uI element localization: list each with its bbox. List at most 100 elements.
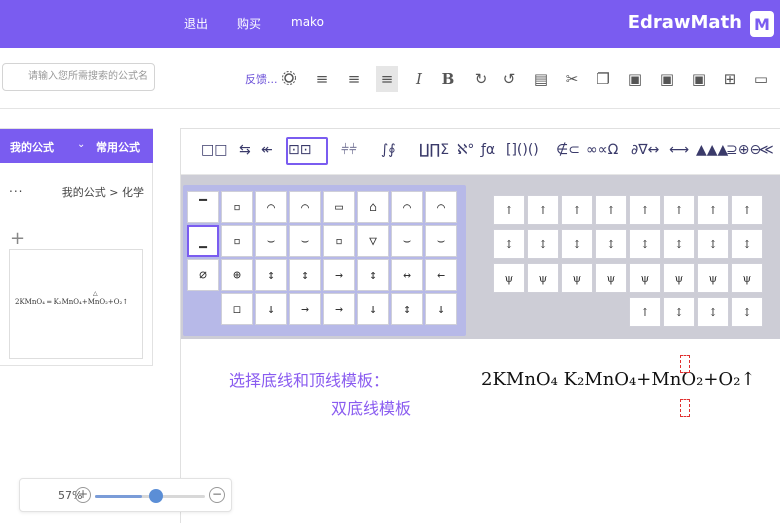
template-button[interactable]: ⊕ (221, 259, 253, 291)
template-button[interactable]: ⌂ (357, 191, 389, 223)
symbol-category-10[interactable]: ∉⊂ (556, 142, 580, 158)
template-button[interactable]: ← (425, 259, 457, 291)
arrow-template-button[interactable]: ↑ (731, 195, 763, 225)
symbol-category-5[interactable]: ∫∮ (381, 142, 396, 158)
arrow-template-button[interactable]: ↕ (629, 229, 661, 259)
gear-icon[interactable] (281, 70, 297, 86)
symbol-category-7[interactable]: ℵ° (457, 142, 474, 158)
formula-search-input[interactable]: 请输入您所需搜索的公式名 (2, 63, 155, 91)
template-button[interactable]: → (323, 293, 355, 325)
template-button[interactable]: ↕ (391, 293, 423, 325)
buy-link[interactable]: 购买 (237, 15, 261, 32)
template-button[interactable]: ⌒ (289, 191, 321, 223)
exit-link[interactable]: 退出 (184, 15, 208, 32)
arrow-template-button[interactable]: ↕ (663, 297, 695, 327)
arrow-template-button[interactable]: ψ (527, 263, 559, 293)
symbol-category-0[interactable]: □□ (201, 142, 227, 158)
italic-icon[interactable]: I (408, 66, 430, 92)
symbol-category-11[interactable]: ∞∝Ω (586, 142, 618, 158)
template-button[interactable]: ⌣ (255, 225, 287, 257)
export-pdf-icon[interactable]: ▣ (688, 66, 710, 92)
undo-icon[interactable]: ↺ (498, 66, 520, 92)
redo-icon[interactable]: ↻ (470, 66, 492, 92)
symbol-category-13[interactable]: ⟷ (669, 142, 689, 158)
copy-icon[interactable]: ❐ (592, 66, 614, 92)
arrow-template-button[interactable]: ψ (697, 263, 729, 293)
template-button[interactable]: ↕ (357, 259, 389, 291)
template-button[interactable]: ⌒ (391, 191, 423, 223)
arrow-template-button[interactable]: ↕ (527, 229, 559, 259)
arrow-template-button[interactable]: ψ (595, 263, 627, 293)
arrow-template-button[interactable]: ↕ (697, 297, 729, 327)
paste-icon[interactable]: ▤ (530, 66, 552, 92)
template-button[interactable]: ↕ (255, 259, 287, 291)
symbol-category-2[interactable]: ↞ (261, 142, 273, 158)
template-button[interactable]: ⌣ (425, 225, 457, 257)
arrow-template-button[interactable]: ψ (663, 263, 695, 293)
template-button[interactable]: ▫ (221, 225, 253, 257)
export-tex-icon[interactable]: ▣ (624, 66, 646, 92)
arrow-template-button[interactable]: ψ (629, 263, 661, 293)
feedback-link[interactable]: 反馈... (245, 71, 278, 87)
equation-content[interactable]: 2KMnO₄ K₂MnO₄+MnO₂+O₂↑ (481, 369, 756, 390)
template-button[interactable]: ⌣ (391, 225, 423, 257)
template-button[interactable]: → (289, 293, 321, 325)
symbol-category-12[interactable]: ∂∇↔ (631, 142, 659, 158)
template-button[interactable]: ↓ (357, 293, 389, 325)
chevron-down-icon[interactable]: ⌄ (77, 139, 85, 150)
template-button[interactable]: ◻ (221, 293, 253, 325)
arrow-template-button[interactable]: ψ (493, 263, 525, 293)
arrow-template-button[interactable]: ↕ (663, 229, 695, 259)
formula-card[interactable]: △ 2KMnO₄ ═ K₂MnO₄+MnO₂+O₂↑ (9, 249, 143, 359)
bold-icon[interactable]: B (437, 66, 459, 92)
open-folder-icon[interactable]: ▭ (750, 66, 772, 92)
template-button[interactable]: ⌣ (289, 225, 321, 257)
arrow-template-button[interactable]: ↕ (561, 229, 593, 259)
template-button[interactable]: ▫ (323, 225, 355, 257)
zoom-in-icon[interactable]: + (75, 487, 91, 503)
arrow-template-button[interactable]: ψ (561, 263, 593, 293)
placeholder-box-top[interactable] (680, 355, 690, 373)
arrow-template-button[interactable]: ↑ (493, 195, 525, 225)
symbol-category-15[interactable]: ⊇⊕⊖ (726, 142, 761, 158)
arrow-template-button[interactable]: ↕ (731, 297, 763, 327)
symbol-category-1[interactable]: ⇆ (239, 142, 251, 158)
template-button[interactable]: ▫ (221, 191, 253, 223)
template-button[interactable]: ⌒ (255, 191, 287, 223)
arrow-template-button[interactable]: ↑ (629, 195, 661, 225)
add-formula-icon[interactable]: + (10, 228, 25, 249)
align-center-icon[interactable]: ≡ (343, 66, 365, 92)
more-icon[interactable]: ... (9, 181, 23, 195)
zoom-out-icon[interactable]: − (209, 487, 225, 503)
arrow-template-button[interactable]: ↕ (731, 229, 763, 259)
arrow-template-button[interactable]: ↕ (493, 229, 525, 259)
arrow-template-button[interactable]: ↕ (697, 229, 729, 259)
tab-my-formulas[interactable]: 我的公式 (10, 139, 54, 155)
template-button[interactable]: ↓ (255, 293, 287, 325)
arrow-template-button[interactable]: ψ (731, 263, 763, 293)
symbol-category-14[interactable]: ▲▲▲ (696, 142, 728, 158)
template-button[interactable]: ↓ (425, 293, 457, 325)
arrow-template-button[interactable]: ↕ (595, 229, 627, 259)
arrow-template-button[interactable]: ↑ (697, 195, 729, 225)
template-button[interactable]: ▁ (187, 225, 219, 257)
template-button[interactable]: → (323, 259, 355, 291)
symbol-category-8[interactable]: ƒα (481, 142, 495, 158)
template-button[interactable]: ⌒ (425, 191, 457, 223)
symbol-category-6[interactable]: ∐∏Σ (419, 142, 449, 158)
tab-common-formulas[interactable]: 常用公式 (96, 139, 140, 155)
arrow-template-button[interactable]: ↑ (629, 297, 661, 327)
user-name[interactable]: mako (291, 15, 324, 29)
new-file-icon[interactable]: ⊞ (719, 66, 741, 92)
arrow-template-button[interactable]: ↑ (663, 195, 695, 225)
align-left-icon[interactable]: ≡ (311, 66, 333, 92)
template-button[interactable]: ▭ (323, 191, 355, 223)
symbol-category-9[interactable]: []()() (506, 142, 539, 158)
arrow-template-button[interactable]: ↑ (595, 195, 627, 225)
equation-canvas[interactable]: 选择底线和顶线模板： 双底线模板 2KMnO₄ K₂MnO₄+MnO₂+O₂↑ (181, 349, 780, 523)
arrow-template-button[interactable]: ↑ (561, 195, 593, 225)
zoom-slider-thumb[interactable] (149, 489, 164, 503)
template-button[interactable]: ↕ (289, 259, 321, 291)
template-button[interactable]: ↔ (391, 259, 423, 291)
align-justify-icon[interactable]: ≡ (376, 66, 398, 92)
